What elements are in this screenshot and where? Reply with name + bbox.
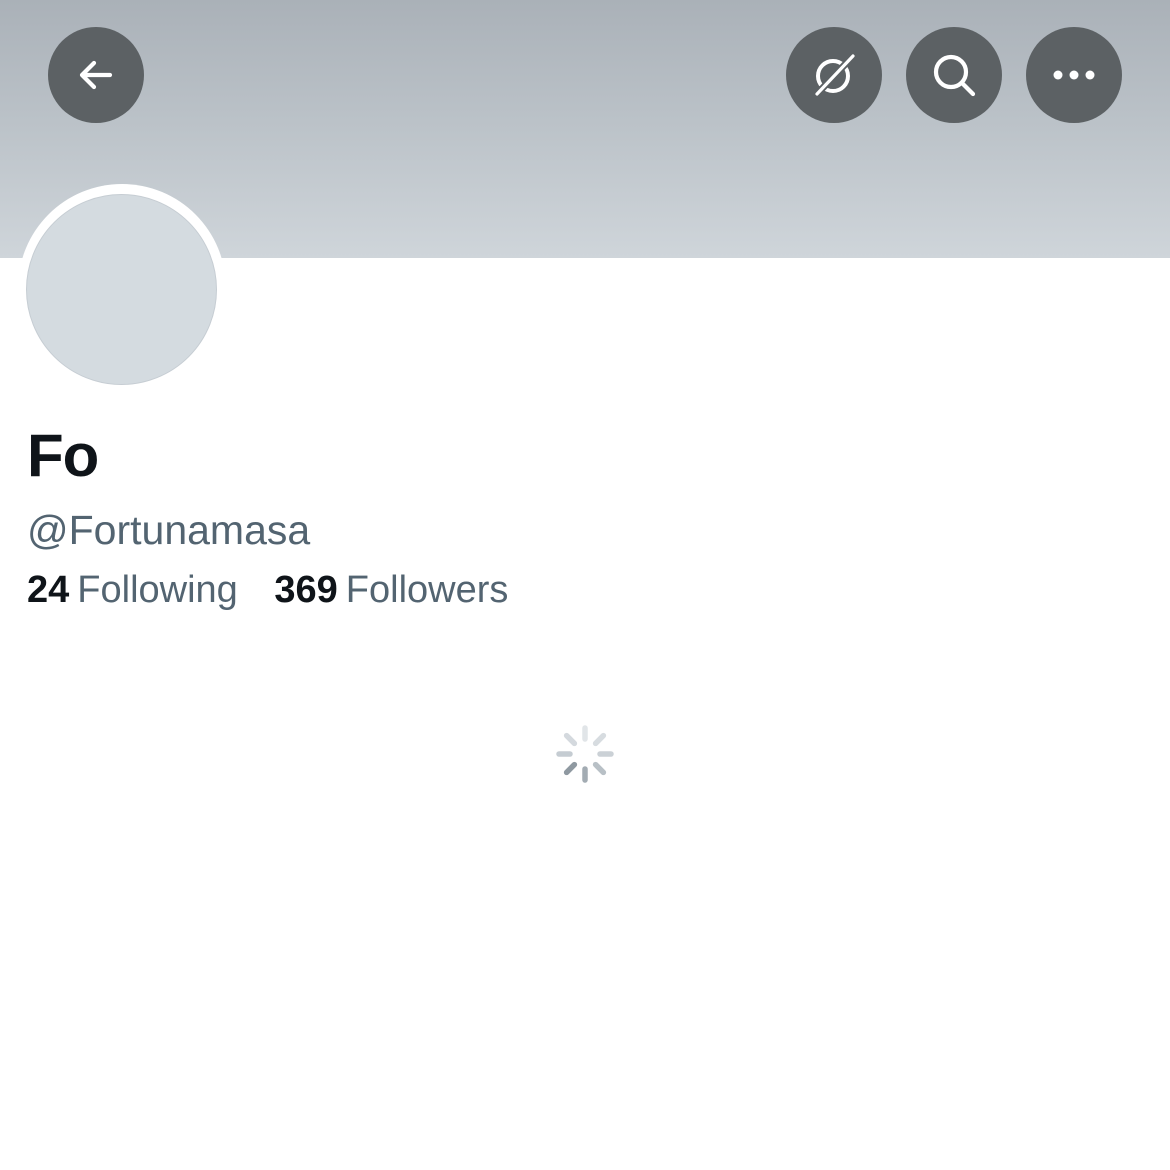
following-label: Following xyxy=(77,569,238,611)
grok-icon xyxy=(814,53,856,97)
followers-label: Followers xyxy=(345,569,509,611)
following-link[interactable]: 24 Following xyxy=(27,566,238,614)
back-button[interactable] xyxy=(48,27,144,123)
avatar[interactable] xyxy=(26,194,217,385)
more-options-button[interactable] xyxy=(1026,27,1122,123)
profile-page: Fo @Fortunamasa 24 Following 369 Followers xyxy=(0,0,1170,1170)
back-arrow-icon xyxy=(79,60,113,90)
more-options-icon xyxy=(1053,70,1095,80)
user-handle: @Fortunamasa xyxy=(27,507,311,553)
display-name: Fo xyxy=(27,422,99,489)
following-count: 24 xyxy=(27,569,70,611)
followers-count: 369 xyxy=(274,569,338,611)
followers-link[interactable]: 369 Followers xyxy=(274,566,508,614)
grok-button[interactable] xyxy=(786,27,882,123)
search-button[interactable] xyxy=(906,27,1002,123)
profile-stats: 24 Following 369 Followers xyxy=(27,566,508,614)
search-icon xyxy=(933,54,976,97)
loading-spinner-icon xyxy=(556,725,614,783)
